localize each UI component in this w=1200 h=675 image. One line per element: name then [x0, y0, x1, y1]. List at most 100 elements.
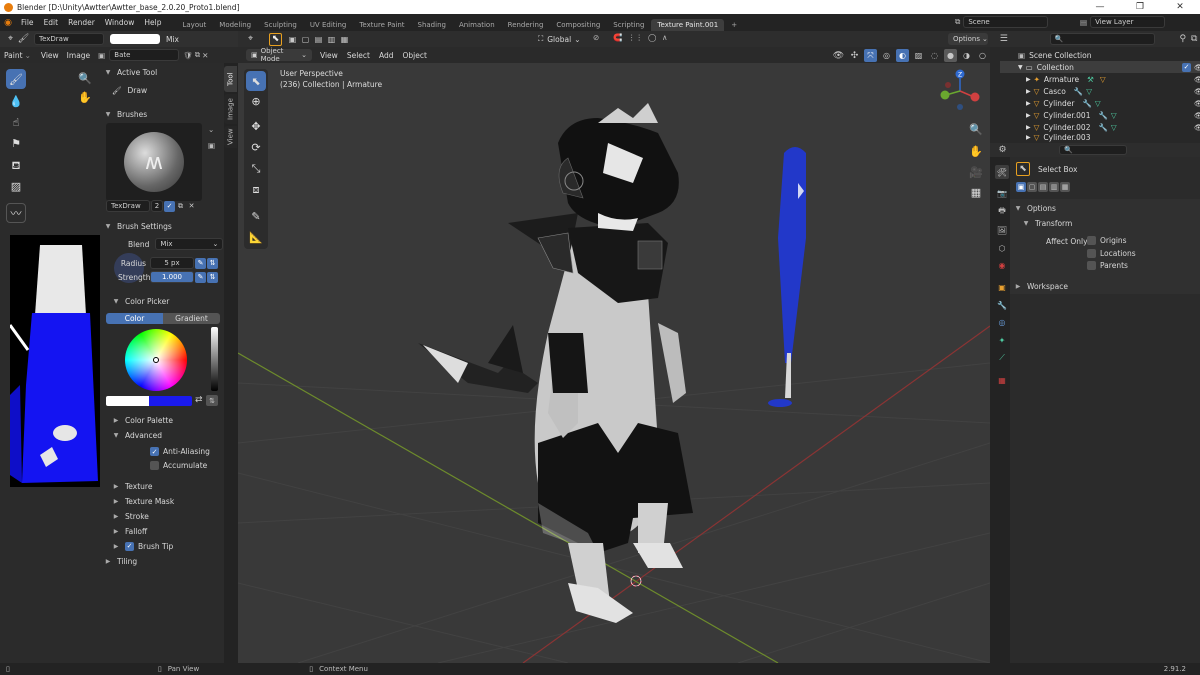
image-view-menu[interactable]: View [41, 51, 59, 60]
tab-layout[interactable]: Layout [176, 19, 212, 31]
select-box-tool-icon[interactable]: ⬉ [246, 71, 266, 91]
primary-color-swatch[interactable] [106, 396, 149, 406]
viewport-menu-view[interactable]: View [320, 51, 338, 60]
falloff-curve-icon[interactable]: ∧ [662, 33, 668, 42]
outliner-item-armature[interactable]: ▶ ✦ Armature ⚒ ▽ 👁 [1000, 73, 1200, 85]
radius-unified-icon[interactable]: ⇅ [207, 257, 218, 269]
tool-properties-tab-icon[interactable]: 🛠 [995, 165, 1009, 179]
strength-pressure-icon[interactable]: ✎ [195, 271, 206, 283]
mask-tool-icon[interactable]: ▨ [6, 176, 26, 196]
gizmo-icon[interactable]: ✣ [848, 49, 861, 62]
brush-name-field[interactable]: TexDraw [34, 33, 104, 45]
scene-field[interactable]: Scene [963, 16, 1049, 28]
visibility-eye-icon[interactable]: 👁 [1194, 99, 1200, 108]
color-wheel-cursor[interactable] [153, 357, 159, 363]
falloff-section[interactable]: ▶ Falloff [112, 524, 147, 538]
visibility-eye-icon[interactable]: 👁 [832, 49, 845, 62]
object-data-armature-tab-icon[interactable]: ✦ [995, 333, 1009, 347]
menu-help[interactable]: Help [139, 18, 166, 27]
active-tool-row[interactable]: 🖌 Draw [100, 79, 224, 101]
select-mode-intersect-icon[interactable]: ▦ [338, 33, 351, 46]
maximize-icon[interactable]: ❐ [1120, 0, 1160, 14]
sidebar-tab-tool[interactable]: Tool [224, 66, 237, 92]
mode-set-icon[interactable]: ▣ [1016, 182, 1026, 192]
show-gizmo-icon[interactable]: ⤧ [864, 49, 877, 62]
pivot-icon[interactable]: ⊘ [593, 33, 599, 42]
secondary-color-swatch[interactable] [149, 396, 192, 406]
menu-edit[interactable]: Edit [39, 18, 64, 27]
strength-unified-icon[interactable]: ⇅ [207, 271, 218, 283]
brush-preview[interactable]: ʍ [106, 123, 202, 201]
rotate-tool-icon[interactable]: ⟳ [246, 137, 266, 157]
options-section[interactable]: ▼ Options [1014, 201, 1056, 215]
xray-icon[interactable]: ▨ [912, 49, 925, 62]
clone-tool-icon[interactable]: ⚑ [6, 133, 26, 153]
orientation-dropdown[interactable]: ⛶ Global ⌄ [538, 34, 580, 44]
menu-file[interactable]: File [16, 18, 39, 27]
mode-dropdown[interactable]: ▣ Object Mode ⌄ [246, 47, 312, 63]
color-palette-section[interactable]: ▶ Color Palette [112, 413, 173, 427]
image-editor-canvas[interactable]: 🖌 💧 ☝ ⚑ ⛾ ▨ 〰 🔍 ✋ [0, 63, 100, 663]
radius-pressure-icon[interactable]: ✎ [195, 257, 206, 269]
anti-aliasing-row[interactable]: ✓ Anti-Aliasing [150, 447, 210, 456]
mode-extend-icon[interactable]: ▢ [1027, 182, 1037, 192]
tab-color[interactable]: Color [106, 313, 163, 324]
tab-animation[interactable]: Animation [453, 19, 501, 31]
advanced-section[interactable]: ▼ Advanced [112, 428, 162, 442]
image-browse-icon[interactable]: ▣ [98, 51, 105, 60]
filter-icon[interactable]: ⚲ [1177, 33, 1189, 46]
collection-visibility-eye-icon[interactable]: 👁 [1194, 63, 1200, 72]
swap-colors-icon[interactable]: ⇄ [195, 395, 203, 405]
menu-window[interactable]: Window [100, 18, 140, 27]
visibility-eye-icon[interactable]: 👁 [1194, 75, 1200, 84]
snap-target-icon[interactable]: ⋮⋮ [628, 33, 643, 42]
color-picker-section[interactable]: ▼ Color Picker [112, 294, 170, 308]
properties-editor-type-icon[interactable]: ⚙ [996, 144, 1009, 157]
ortho-toggle-icon[interactable]: ▦ [966, 182, 986, 202]
solid-shading-icon[interactable]: ● [944, 49, 957, 62]
tab-gradient[interactable]: Gradient [163, 313, 220, 324]
outliner-scene-collection[interactable]: ▣ Scene Collection [1000, 49, 1200, 61]
select-mode-extend-icon[interactable]: ▢ [299, 33, 312, 46]
origins-checkbox[interactable] [1087, 236, 1096, 245]
options-dropdown[interactable]: Options ⌄ [948, 33, 988, 45]
active-tool-section[interactable]: ▼ Active Tool [100, 65, 224, 79]
tab-modeling[interactable]: Modeling [213, 19, 257, 31]
unified-color-icon[interactable]: ⇅ [206, 395, 218, 406]
scene-selector[interactable]: ⧉ Scene [955, 16, 1049, 28]
collection-exclude-checkbox[interactable]: ✓ [1182, 62, 1191, 72]
zoom-view-icon[interactable]: 🔍 [966, 119, 986, 139]
rendered-shading-icon[interactable]: ○ [976, 49, 989, 62]
blend-mode-label[interactable]: Mix [166, 35, 179, 44]
color-wheel[interactable] [125, 329, 187, 391]
select-mode-invert-icon[interactable]: ▥ [325, 33, 338, 46]
radius-field[interactable]: 5 px [150, 257, 194, 269]
transform-tool-icon[interactable]: ⧈ [246, 180, 266, 200]
viewport-menu-object[interactable]: Object [402, 51, 426, 60]
unlink-brush-icon[interactable]: ✕ [186, 201, 197, 212]
fill-tool-icon[interactable]: ⛾ [6, 156, 26, 176]
accumulate-checkbox[interactable] [150, 461, 159, 470]
new-image-icon[interactable]: ⧉ [195, 50, 200, 60]
output-properties-tab-icon[interactable]: 🖶 [995, 205, 1009, 219]
brush-settings-section[interactable]: ▼ Brush Settings [104, 219, 222, 233]
visibility-eye-icon[interactable]: 👁 [1194, 123, 1200, 132]
texture-properties-tab-icon[interactable]: ▦ [995, 373, 1009, 387]
cursor-tool-icon[interactable]: ⊕ [246, 91, 266, 111]
object-properties-tab-icon[interactable]: ▣ [995, 280, 1009, 294]
measure-tool-icon[interactable]: 📐 [246, 227, 266, 247]
accumulate-row[interactable]: Accumulate [150, 461, 207, 470]
brush-dropdown-icon[interactable]: ⌄ [208, 125, 214, 134]
render-properties-tab-icon[interactable]: 📷 [995, 186, 1009, 200]
unlink-image-icon[interactable]: ✕ [202, 51, 208, 60]
sidebar-tab-view[interactable]: View [224, 126, 237, 148]
outliner-item-cylinder-003[interactable]: ▶ ▽ Cylinder.003 [1000, 133, 1200, 142]
smear-tool-icon[interactable]: ☝ [6, 112, 26, 132]
select-box-icon[interactable]: ⬉ [1016, 162, 1030, 176]
bone-properties-tab-icon[interactable]: ⟋ [995, 351, 1009, 365]
navigation-gizmo[interactable]: Z [938, 67, 986, 115]
tab-compositing[interactable]: Compositing [550, 19, 606, 31]
close-icon[interactable]: ✕ [1160, 0, 1200, 14]
tab-rendering[interactable]: Rendering [502, 19, 550, 31]
fake-user-shield-icon[interactable]: ✓ [164, 200, 175, 212]
